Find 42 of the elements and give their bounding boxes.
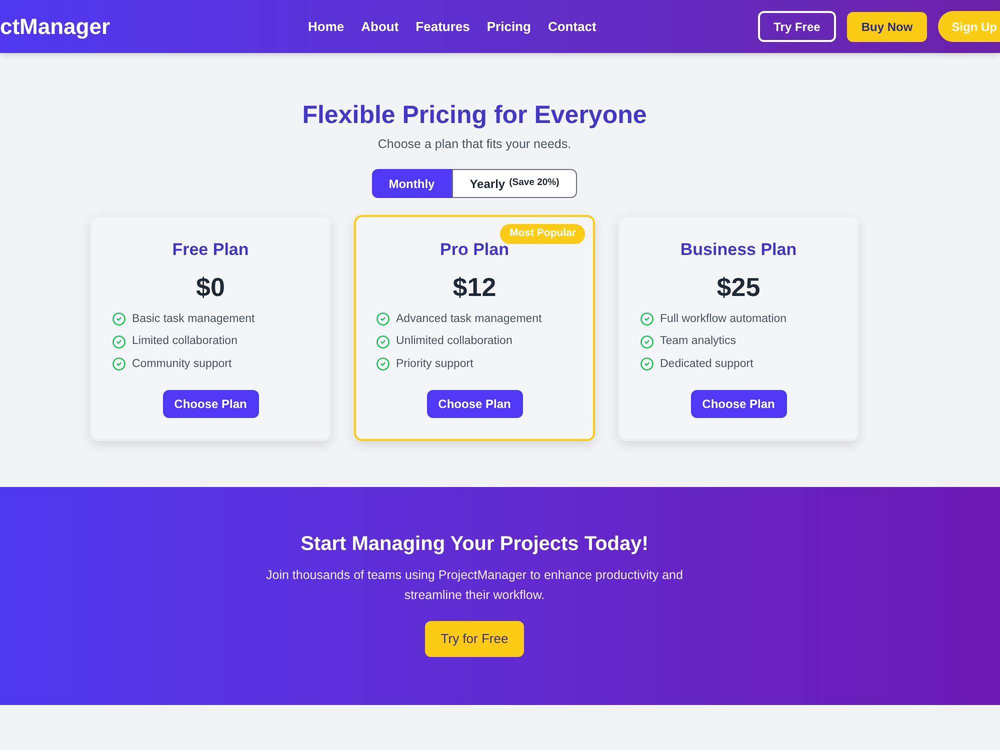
check-circle-icon <box>640 334 654 349</box>
nav-link[interactable]: Pricing <box>486 16 531 36</box>
choose-plan-button[interactable]: Choose Plan <box>426 390 522 418</box>
feature-text: Dedicated support <box>660 356 754 372</box>
pricing-subtitle: Choose a plan that fits your needs. <box>378 136 572 153</box>
check-circle-icon <box>376 357 390 372</box>
try-button[interactable]: Try Free <box>758 11 836 42</box>
try-for-free-button[interactable]: Try for Free <box>425 621 524 657</box>
logo-text[interactable]: ctManager <box>0 10 120 43</box>
feature-text: Priority support <box>396 356 474 372</box>
nav-link[interactable]: Features <box>416 16 470 36</box>
choose-plan-button[interactable]: Choose Plan <box>162 390 258 418</box>
check-circle-icon <box>640 312 654 326</box>
cta-text: Join thousands of teams using ProjectManager to enhance productivity and streamline their workflow. <box>265 567 684 604</box>
nav-link[interactable]: Contact <box>548 16 596 36</box>
plan-price: $25 <box>716 271 760 303</box>
most-popular-badge: Most Popular <box>500 224 585 244</box>
feature-text: Limited collaboration <box>132 334 238 350</box>
feature-text: Community support <box>132 356 232 372</box>
pricing-title: Flexible Pricing for Everyone <box>302 100 647 130</box>
nav-link[interactable]: About <box>361 16 399 36</box>
billing-toggle-tab[interactable]: Monthly <box>372 169 452 198</box>
check-circle-icon <box>112 357 126 372</box>
plan-name: Free Plan <box>172 239 249 261</box>
check-circle-icon <box>376 312 390 326</box>
feature-text: Team analytics <box>660 334 736 350</box>
plan-name: Business Plan <box>680 239 797 261</box>
check-circle-icon <box>112 312 126 326</box>
feature-text: Advanced task management <box>396 312 542 327</box>
check-circle-icon <box>376 334 390 349</box>
check-circle-icon <box>640 357 654 372</box>
buy-button[interactable]: Buy Now <box>847 12 927 42</box>
plan-price: $0 <box>196 271 225 303</box>
choose-plan-button[interactable]: Choose Plan <box>690 390 786 418</box>
nav-link[interactable]: Home <box>308 16 344 36</box>
plan-price: $12 <box>452 271 496 303</box>
feature-text: Full workflow automation <box>660 312 787 327</box>
cta-title: Start Managing Your Projects Today! <box>300 532 648 557</box>
feature-text: Unlimited collaboration <box>396 334 512 350</box>
check-circle-icon <box>112 334 126 349</box>
feature-text: Basic task management <box>132 312 255 327</box>
billing-toggle-tab[interactable]: Yearly (Save 20%) <box>452 169 578 198</box>
